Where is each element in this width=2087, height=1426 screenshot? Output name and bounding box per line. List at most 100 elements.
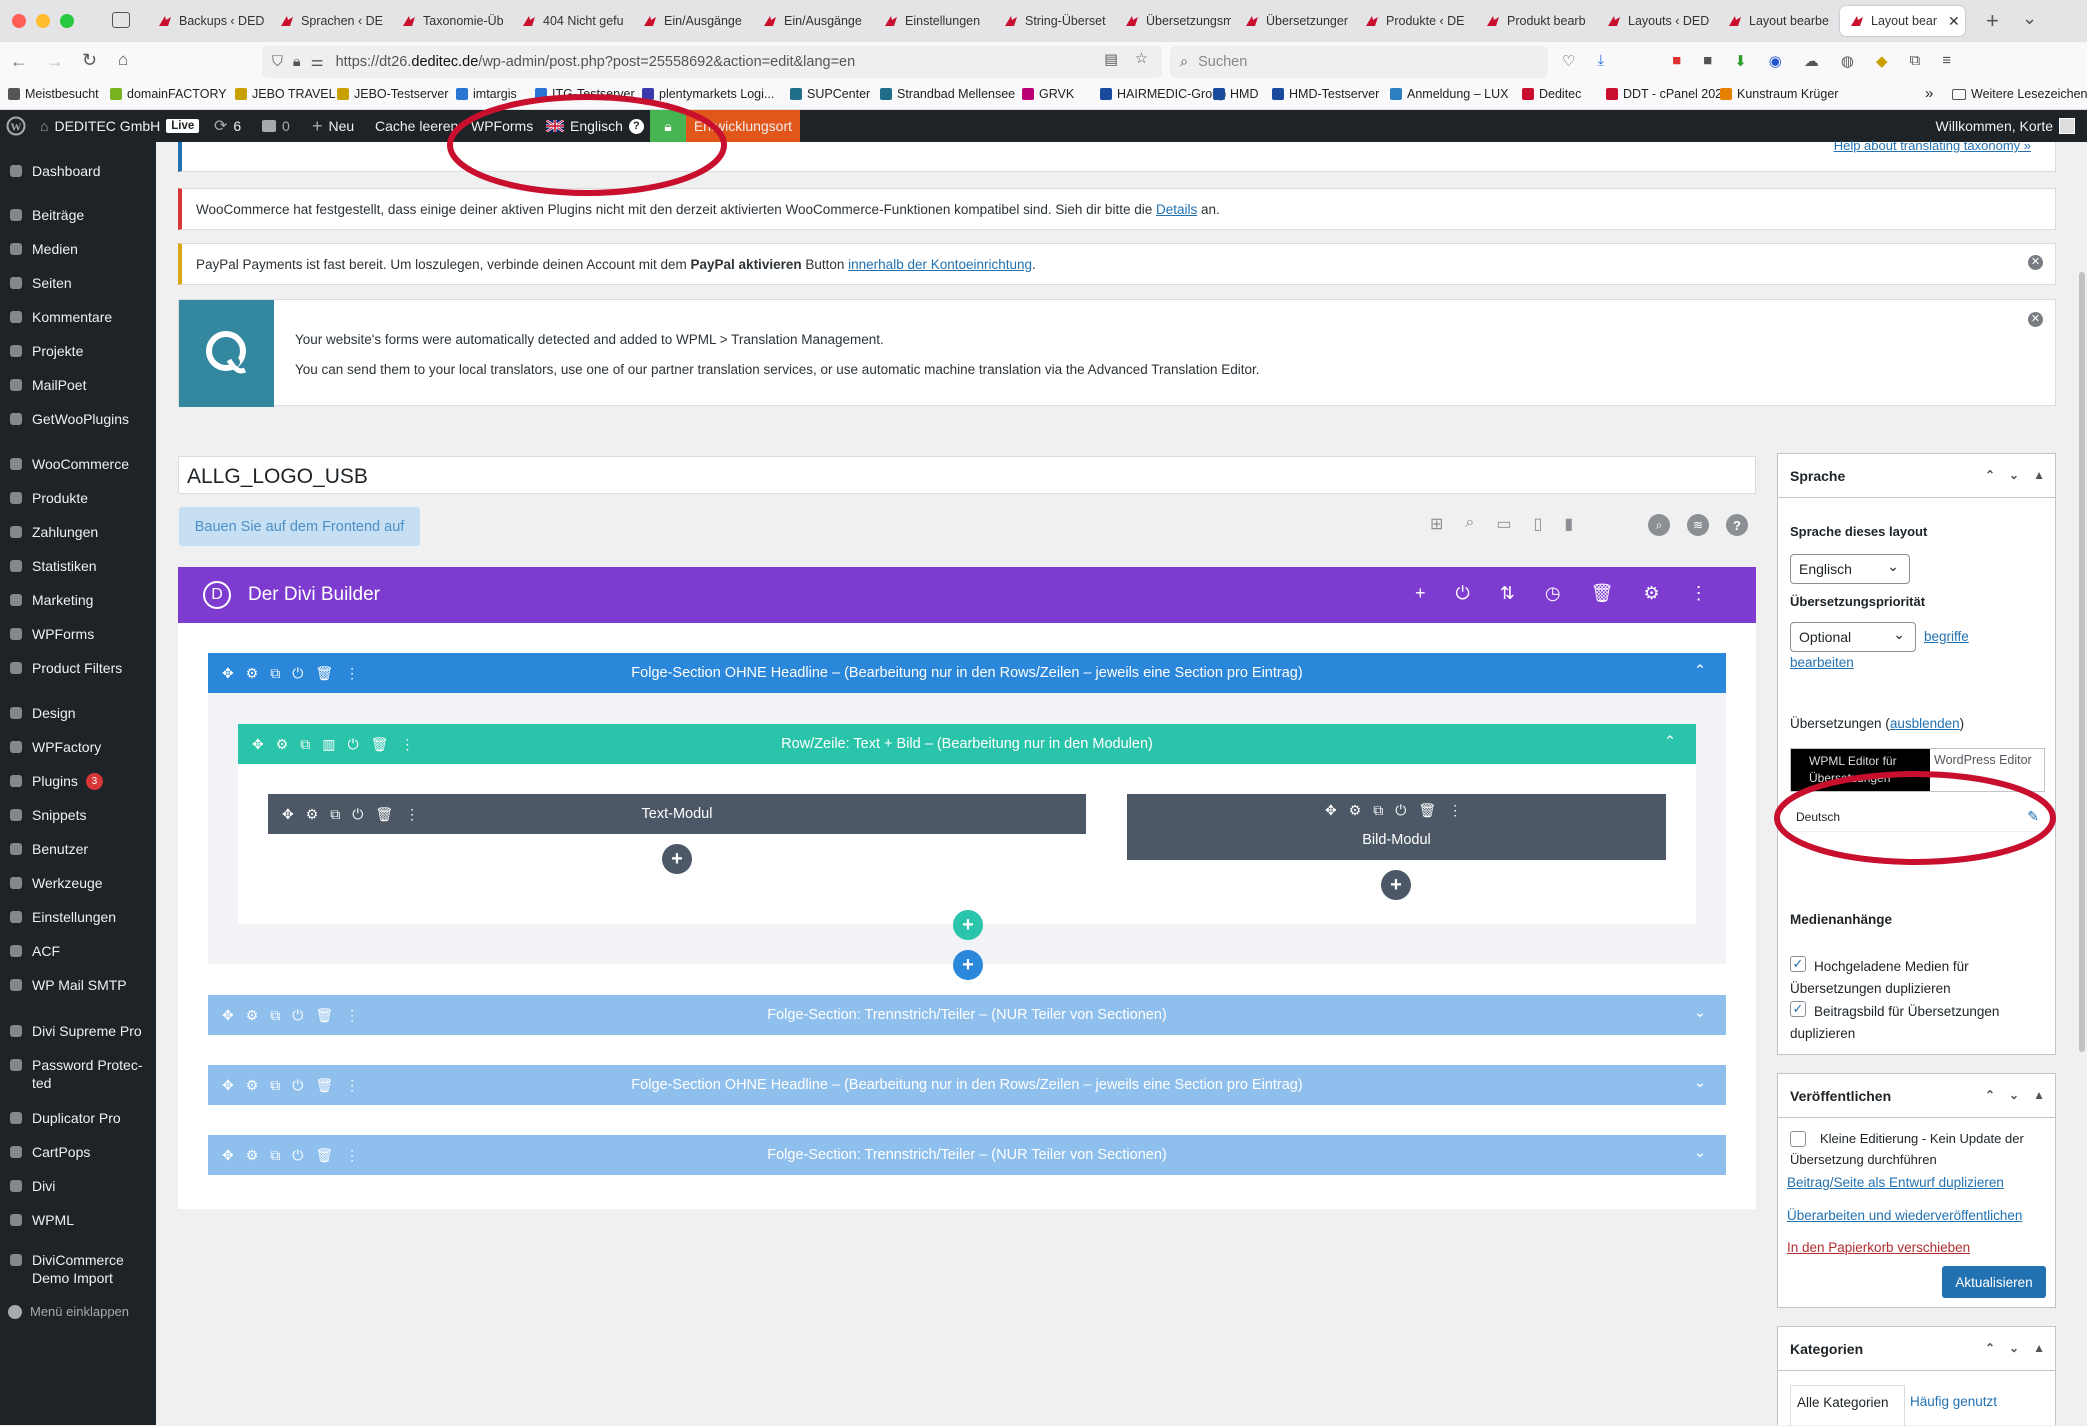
sidebar-item[interactable]: Statistiken (0, 557, 156, 575)
move-up-icon[interactable]: ⌃ (1985, 1088, 1995, 1102)
sidebar-item[interactable]: Duplicator Pro (0, 1109, 156, 1127)
ext-cloud-icon[interactable]: ☁ (1804, 52, 1819, 70)
more-icon[interactable]: ⋮ (1690, 583, 1708, 604)
wordpress-editor-tab[interactable]: WordPress Editor (1930, 749, 2044, 791)
tab-common-categories[interactable]: Häufig genutzt (1910, 1394, 1997, 1409)
priority-select[interactable]: Optional (1790, 622, 1916, 652)
text-module[interactable]: ✥ ⚙ ⧉ ⏻ 🗑︎ ⋮ Text-Modul (268, 794, 1086, 834)
gear-icon[interactable]: ⚙ (246, 1077, 259, 1094)
gear-icon[interactable]: ⚙ (1643, 583, 1659, 604)
home-icon[interactable]: ⌂ (118, 50, 128, 70)
move-down-icon[interactable]: ⌄ (2009, 1088, 2019, 1102)
sidebar-item[interactable]: Medien (0, 240, 156, 258)
browser-tab[interactable]: Produkte ‹ DE (1355, 6, 1471, 36)
bookmark-item[interactable]: Meistbesucht (8, 87, 99, 101)
bookmark-item[interactable]: ITG-Testserver (535, 87, 635, 101)
page-scrollbar[interactable] (2077, 142, 2087, 1425)
add-module-button[interactable]: + (1381, 870, 1411, 900)
minimize-window-button[interactable] (36, 14, 50, 28)
reader-view-icon[interactable]: ▤ (1104, 52, 1118, 68)
layers-icon[interactable]: ≋ (1687, 514, 1709, 536)
move-up-icon[interactable]: ⌃ (1985, 468, 1995, 482)
update-button[interactable]: Aktualisieren (1942, 1266, 2046, 1298)
bookmark-star-icon[interactable]: ☆ (1135, 51, 1148, 67)
add-module-button[interactable]: + (662, 844, 692, 874)
collapse-chevron-icon[interactable]: ⌃ (1694, 663, 1706, 679)
reload-icon[interactable]: ↻ (82, 50, 97, 71)
gear-icon[interactable]: ⚙ (1349, 802, 1362, 819)
bookmark-item[interactable]: imtargis (456, 87, 517, 101)
edit-terms-link[interactable]: begriffe (1924, 629, 1969, 644)
download-icon[interactable]: ⤓ (1597, 52, 1604, 70)
duplicate-icon[interactable]: ⧉ (330, 806, 340, 823)
browser-tab[interactable]: Layout bear ✕ (1840, 6, 1965, 36)
sidebar-item[interactable]: Werkzeuge (0, 874, 156, 892)
more-icon[interactable]: ⋮ (345, 1007, 359, 1024)
move-icon[interactable]: ✥ (222, 1147, 234, 1164)
bookmark-item[interactable]: JEBO TRAVEL (235, 87, 336, 101)
ext-green-icon[interactable]: ⬇ (1734, 52, 1747, 70)
cache-clear-button[interactable]: Cache leeren (375, 110, 458, 142)
duplicate-icon[interactable]: ⧉ (270, 665, 280, 682)
add-section-button[interactable]: + (953, 950, 983, 980)
desktop-view-icon[interactable]: ▭ (1496, 514, 1511, 534)
browser-tab[interactable]: Backups ‹ DED (148, 6, 264, 36)
more-icon[interactable]: ⋮ (345, 1077, 359, 1094)
url-bar[interactable]: ⛉ 🔒︎ ⚌ https://dt26. deditec.de/wp-admin/… (262, 46, 1162, 78)
move-icon[interactable]: ✥ (252, 736, 264, 753)
section-bar[interactable]: ✥ ⚙ ⧉ ⏻ 🗑︎ ⋮ Folge-Section: Trennstrich/Teile… (208, 1135, 1726, 1175)
duplicate-icon[interactable]: ⧉ (270, 1077, 280, 1094)
power-icon[interactable]: ⏻ (1395, 802, 1406, 819)
republish-link[interactable]: Überarbeiten und wiederveröffentlichen (1787, 1208, 2022, 1223)
trash-icon[interactable]: 🗑︎ (315, 1147, 333, 1164)
tablet-view-icon[interactable]: ▯ (1534, 514, 1543, 534)
dismiss-icon[interactable]: ✕ (2028, 312, 2043, 327)
move-up-icon[interactable]: ⌃ (1985, 1341, 1995, 1355)
phone-view-icon[interactable]: ▮ (1564, 514, 1573, 534)
power-icon[interactable]: ⏻ (292, 1007, 303, 1024)
browser-tab[interactable]: Taxonomie-Üb (392, 6, 508, 36)
browser-tab[interactable]: Einstellungen (874, 6, 990, 36)
add-icon[interactable]: + (1415, 583, 1426, 604)
ext-gray-icon[interactable]: ■ (1703, 52, 1712, 70)
toggle-icon[interactable]: ▲ (2033, 1341, 2045, 1355)
language-switcher[interactable]: Englisch ? (546, 110, 644, 142)
browser-tab[interactable]: String-Überset (994, 6, 1110, 36)
wpml-editor-tab[interactable]: WPML Editor für Übersetzungen (1791, 749, 1930, 791)
more-icon[interactable]: ⋮ (1448, 802, 1462, 819)
wordpress-logo-icon[interactable]: W (6, 110, 26, 142)
trash-icon[interactable]: 🗑︎ (315, 665, 333, 682)
sidebar-item[interactable]: Divi (0, 1177, 156, 1195)
bookmark-item[interactable]: domainFACTORY (110, 87, 227, 101)
duplicate-icon[interactable]: ⧉ (270, 1147, 280, 1164)
browser-tab[interactable]: Übersetzungsm (1115, 6, 1231, 36)
browser-tab[interactable]: Ein/Ausgänge (753, 6, 869, 36)
bookmark-item[interactable]: Strandbad Mellensee (880, 87, 1015, 101)
gear-icon[interactable]: ⚙ (246, 1007, 259, 1024)
gear-icon[interactable]: ⚙ (246, 1147, 259, 1164)
trash-icon[interactable]: 🗑︎ (315, 1077, 333, 1094)
power-icon[interactable]: ⏻ (348, 736, 359, 753)
move-icon[interactable]: ✥ (222, 665, 234, 682)
bookmark-item[interactable]: SUPCenter (790, 87, 870, 101)
more-icon[interactable]: ⋮ (345, 665, 359, 682)
browser-tab[interactable]: Sprachen ‹ DE (270, 6, 386, 36)
sidebar-item[interactable]: Produkte (0, 489, 156, 507)
add-row-button[interactable]: + (953, 910, 983, 940)
taxonomy-help-link[interactable]: Help about translating taxonomy » (1834, 138, 2031, 153)
sidebar-item[interactable]: Plugins 3 (0, 772, 156, 790)
sidebar-item[interactable]: WPML (0, 1211, 156, 1229)
sidebar-item[interactable]: DiviCommerce Demo Import (0, 1251, 156, 1287)
dismiss-icon[interactable]: ✕ (2028, 255, 2043, 270)
power-icon[interactable]: ⏻ (292, 1077, 303, 1094)
environment-badge[interactable]: Entwicklungsort (686, 110, 800, 142)
sidebar-item[interactable]: Dashboard (0, 162, 156, 180)
woo-details-link[interactable]: Details (1156, 202, 1197, 217)
duplicate-icon[interactable]: ⧉ (1373, 802, 1383, 819)
tab-all-categories[interactable]: Alle Kategorien (1790, 1385, 1905, 1426)
site-name-menu[interactable]: ⌂ DEDITEC GmbH Live (40, 110, 200, 142)
maximize-window-button[interactable] (60, 14, 74, 28)
sidebar-item[interactable]: Benutzer (0, 840, 156, 858)
sidebar-item[interactable]: GetWooPlugins (0, 410, 156, 428)
browser-tab[interactable]: Ein/Ausgänge (633, 6, 749, 36)
